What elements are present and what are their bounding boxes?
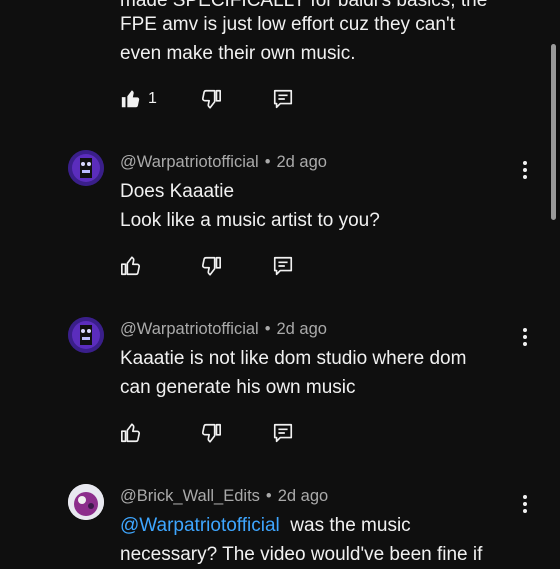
avatar[interactable] bbox=[68, 317, 104, 353]
author-name[interactable]: @Brick_Wall_Edits bbox=[120, 487, 260, 505]
comment-text-line: FPE amv is just low effort cuz they can'… bbox=[120, 14, 455, 35]
comment-menu-button[interactable] bbox=[518, 325, 532, 349]
comment-text-line: can generate his own music bbox=[120, 377, 356, 398]
thumb-up-icon bbox=[121, 90, 140, 108]
avatar[interactable] bbox=[68, 484, 104, 520]
like-count: 1 bbox=[148, 90, 157, 107]
thumb-down-icon bbox=[201, 423, 221, 443]
meta-separator: • bbox=[264, 153, 271, 171]
more-vert-icon bbox=[518, 161, 532, 179]
comment-text-line: @Warpatriotofficial was the music bbox=[120, 511, 411, 540]
comment-text-line: Does Kaaatie bbox=[120, 181, 235, 202]
timestamp[interactable]: 2d ago bbox=[277, 153, 327, 171]
like-button[interactable] bbox=[120, 422, 142, 444]
timestamp[interactable]: 2d ago bbox=[278, 487, 328, 505]
reply-icon bbox=[273, 89, 293, 109]
reply-button[interactable] bbox=[272, 255, 294, 277]
dislike-button[interactable] bbox=[200, 88, 222, 110]
reply-icon bbox=[273, 423, 293, 443]
comment-meta: @Warpatriotofficial • 2d ago bbox=[120, 153, 327, 172]
comment-text-line: necessary? The video would've been fine … bbox=[120, 544, 483, 565]
like-button[interactable] bbox=[120, 255, 142, 277]
reply-button[interactable] bbox=[272, 88, 294, 110]
timestamp[interactable]: 2d ago bbox=[277, 320, 327, 338]
dislike-button[interactable] bbox=[200, 255, 222, 277]
comment-meta: @Brick_Wall_Edits • 2d ago bbox=[120, 487, 328, 506]
thumb-up-icon bbox=[121, 256, 141, 276]
comment-menu-button[interactable] bbox=[518, 492, 532, 516]
meta-separator: • bbox=[264, 320, 271, 338]
comment-menu-button[interactable] bbox=[518, 158, 532, 182]
thumb-down-icon bbox=[201, 89, 221, 109]
thumb-up-icon bbox=[121, 423, 141, 443]
avatar-image bbox=[68, 150, 104, 186]
comment-text-line: Kaaatie is not like dom studio where dom bbox=[120, 348, 467, 369]
comment-meta: @Warpatriotofficial • 2d ago bbox=[120, 320, 327, 339]
avatar-image bbox=[68, 484, 104, 520]
mention-link[interactable]: @Warpatriotofficial bbox=[120, 515, 280, 536]
avatar-image bbox=[68, 317, 104, 353]
more-vert-icon bbox=[518, 495, 532, 513]
comment-text-line: even make their own music. bbox=[120, 43, 356, 64]
avatar[interactable] bbox=[68, 150, 104, 186]
scrollbar-thumb[interactable] bbox=[551, 44, 556, 220]
author-name[interactable]: @Warpatriotofficial bbox=[120, 320, 259, 338]
reply-button[interactable] bbox=[272, 422, 294, 444]
more-vert-icon bbox=[518, 328, 532, 346]
thumb-down-icon bbox=[201, 256, 221, 276]
meta-separator: • bbox=[265, 487, 272, 505]
dislike-button[interactable] bbox=[200, 422, 222, 444]
comment-text-line: Look like a music artist to you? bbox=[120, 210, 380, 231]
like-button[interactable]: 1 bbox=[120, 88, 157, 110]
comment-text: was the music bbox=[290, 515, 411, 536]
reply-icon bbox=[273, 256, 293, 276]
author-name[interactable]: @Warpatriotofficial bbox=[120, 153, 259, 171]
